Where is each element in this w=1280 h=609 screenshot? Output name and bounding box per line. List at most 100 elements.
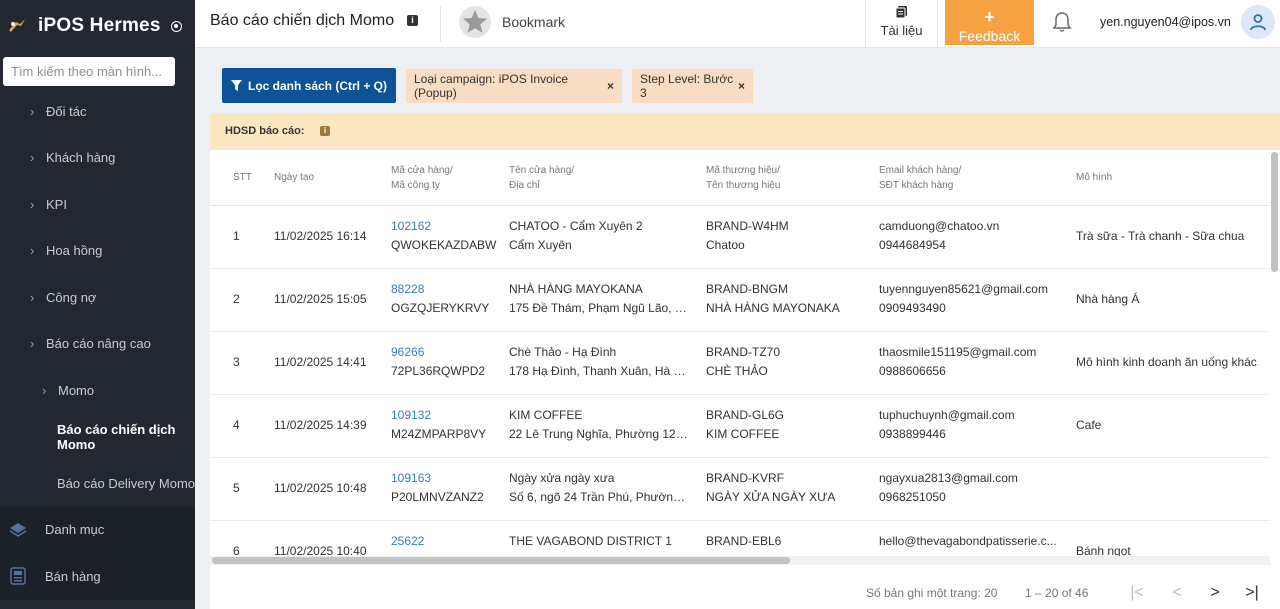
sidebar: iPOS Hermes › Đối tác › Khách hàng › KPI › H… <box>0 0 195 609</box>
col-header-email[interactable]: Email khách hàng/SĐT khách hàng <box>879 163 961 193</box>
filter-list-label: Lọc danh sách (Ctrl + Q) <box>247 78 388 93</box>
user-email[interactable]: yen.nguyen04@ipos.vn <box>1100 15 1231 29</box>
chip-label: Step Level: Bước 3 <box>640 72 734 100</box>
sidebar-item-label: Danh mục <box>45 522 105 538</box>
hermes-logo-icon <box>6 15 28 37</box>
bookmark-label[interactable]: Bookmark <box>502 14 565 30</box>
docs-button[interactable]: Tài liệu <box>865 0 938 48</box>
report-guide-bar: HDSD báo cáo: i <box>210 113 1280 150</box>
cell-brand: BRAND-W4HM Chatoo <box>706 219 789 252</box>
cell-stt: 2 <box>233 292 240 306</box>
cell-email: tuphuchuynh@gmail.com 0938899446 <box>879 408 1015 441</box>
sidebar-item-danh-muc[interactable]: Danh mục <box>0 506 195 553</box>
sidebar-item-label: Hoa hồng <box>46 243 103 259</box>
store-code-link[interactable]: 109132 <box>391 406 501 425</box>
sidebar-menu: › Đối tác › Khách hàng › KPI › Hoa hồng › Côn… <box>0 88 195 600</box>
feedback-button[interactable]: + Feedback <box>945 0 1034 45</box>
sidebar-item-ban-hang[interactable]: Bán hàng <box>0 553 195 600</box>
next-page-button[interactable]: > <box>1204 582 1226 604</box>
layers-icon <box>8 520 28 540</box>
cell-store-name: CHATOO - Cẩm Xuyên 2 Cẩm Xuyên <box>509 219 643 252</box>
cell-stt: 1 <box>233 229 240 243</box>
info-icon[interactable]: i <box>407 15 418 26</box>
cell-store-code: 96266 72PL36RQWPD2 <box>391 343 501 381</box>
sidebar-item-momo[interactable]: › Momo <box>0 367 195 414</box>
cell-created-date: 11/02/2025 15:05 <box>274 292 367 306</box>
cell-model: Mô hình kinh doanh ăn uống khác <box>1076 355 1257 369</box>
table-header: STT Ngày tạo Mã cửa hàng/Mã công ty Tên … <box>210 150 1270 206</box>
table-row[interactable]: 5 11/02/2025 10:48 109163 P20LMNVZANZ2 Ngày … <box>210 458 1270 521</box>
cell-email: ngayxua2813@gmail.com 0968251050 <box>879 471 1018 504</box>
rows-per-page[interactable]: Số bản ghi một trang: 20 <box>866 586 997 600</box>
sidebar-item-label: Báo cáo chiến dịch Momo <box>57 421 176 452</box>
chevron-right-icon: › <box>30 289 35 305</box>
sidebar-item-hoa-hong[interactable]: › Hoa hồng <box>0 228 195 275</box>
cell-email: camduong@chatoo.vn 0944684954 <box>879 219 1000 252</box>
filter-chip-step-level[interactable]: Step Level: Bước 3 × <box>632 69 753 103</box>
col-header-store-code[interactable]: Mã cửa hàng/Mã công ty <box>391 163 453 193</box>
cell-store-name: Ngày xửa ngày xưa Số 6, ngõ 24 Trần Phú, … <box>509 471 689 504</box>
cell-created-date: 11/02/2025 14:41 <box>274 355 367 369</box>
last-page-button[interactable]: >| <box>1241 582 1263 604</box>
bell-icon[interactable] <box>1052 11 1072 33</box>
col-header-store-name[interactable]: Tên cửa hàng/Địa chỉ <box>509 163 574 193</box>
divider <box>440 6 441 42</box>
col-header-model[interactable]: Mô hình <box>1076 170 1112 185</box>
cell-brand: BRAND-EBL6 <box>706 534 782 548</box>
store-code-link[interactable]: 109163 <box>391 469 501 488</box>
table-row[interactable]: 4 11/02/2025 14:39 109132 M24ZMPARP8VY KIM C… <box>210 395 1270 458</box>
brand[interactable]: iPOS Hermes <box>0 0 195 52</box>
sidebar-item-label: Báo cáo Delivery Momo <box>57 475 195 491</box>
store-code-link[interactable]: 96266 <box>391 343 501 362</box>
sidebar-item-label: KPI <box>46 196 67 212</box>
sidebar-item-bao-cao-chien-dich-momo[interactable]: Báo cáo chiến dịch Momo <box>0 414 195 461</box>
cell-email: hello@thevagabondpatisserie.c... <box>879 534 1057 548</box>
sidebar-item-bao-cao-nang-cao[interactable]: › Báo cáo nâng cao <box>0 321 195 368</box>
cell-store-code: 102162 QWOKEKAZDABW <box>391 217 501 255</box>
chevron-right-icon: › <box>30 150 35 166</box>
sidebar-item-label: Đối tác <box>46 103 87 119</box>
sidebar-item-label: Khách hàng <box>46 150 116 166</box>
cell-stt: 3 <box>233 355 240 369</box>
sidebar-item-bao-cao-delivery-momo[interactable]: Báo cáo Delivery Momo <box>0 460 195 507</box>
col-header-created-date[interactable]: Ngày tạo <box>274 170 314 185</box>
cell-store-name: NHÀ HÀNG MAYOKANA 175 Đề Thám, Phạm Ngũ L… <box>509 282 689 315</box>
chevron-right-icon: › <box>30 103 35 119</box>
chevron-down-icon: › <box>30 336 35 352</box>
radio-dot-icon[interactable] <box>170 20 182 32</box>
filter-chip-campaign[interactable]: Loại campaign: iPOS Invoice (Popup) × <box>406 69 622 103</box>
sidebar-search-input[interactable] <box>3 57 175 86</box>
prev-page-button[interactable]: < <box>1166 582 1188 604</box>
table-row[interactable]: 3 11/02/2025 14:41 96266 72PL36RQWPD2 Chè Th… <box>210 332 1270 395</box>
close-icon[interactable]: × <box>738 79 745 93</box>
vertical-scrollbar[interactable] <box>1271 152 1278 272</box>
cell-brand: BRAND-KVRF NGÀY XỬA NGÀY XƯA <box>706 471 836 504</box>
table-row[interactable]: 1 11/02/2025 16:14 102162 QWOKEKAZDABW CHATO… <box>210 206 1270 269</box>
plus-icon: + <box>984 6 995 27</box>
filter-list-button[interactable]: Lọc danh sách (Ctrl + Q) <box>222 68 396 103</box>
cell-stt: 4 <box>233 418 240 432</box>
sidebar-item-kpi[interactable]: › KPI <box>0 181 195 228</box>
col-header-brand-code[interactable]: Mã thương hiệu/Tên thương hiệu <box>706 163 780 193</box>
horizontal-scrollbar[interactable] <box>212 557 790 564</box>
star-icon[interactable] <box>458 5 492 39</box>
brand-name: iPOS Hermes <box>38 15 161 36</box>
cell-store-code: 109163 P20LMNVZANZ2 <box>391 469 501 507</box>
col-header-stt[interactable]: STT <box>233 170 252 185</box>
docs-label: Tài liệu <box>880 23 923 38</box>
cell-created-date: 11/02/2025 14:39 <box>274 418 367 432</box>
sidebar-item-doi-tac[interactable]: › Đối tác <box>0 88 195 135</box>
first-page-button[interactable]: |< <box>1126 582 1148 604</box>
cell-store-code: 88228 OGZQJERYKRVY <box>391 280 501 318</box>
store-code-link[interactable]: 102162 <box>391 217 501 236</box>
store-code-link[interactable]: 25622 <box>391 532 501 551</box>
table-row[interactable]: 2 11/02/2025 15:05 88228 OGZQJERYKRVY NHÀ HÀ… <box>210 269 1270 332</box>
info-icon[interactable]: i <box>320 126 330 136</box>
cell-brand: BRAND-TZ70 CHÈ THẢO <box>706 345 781 378</box>
store-code-link[interactable]: 88228 <box>391 280 501 299</box>
sidebar-item-cong-no[interactable]: › Công nợ <box>0 274 195 321</box>
top-header: Báo cáo chiến dịch Momo i Bookmark Tài l… <box>195 0 1280 48</box>
user-avatar-icon[interactable] <box>1241 5 1275 39</box>
close-icon[interactable]: × <box>607 79 614 93</box>
sidebar-item-khach-hang[interactable]: › Khách hàng <box>0 135 195 182</box>
